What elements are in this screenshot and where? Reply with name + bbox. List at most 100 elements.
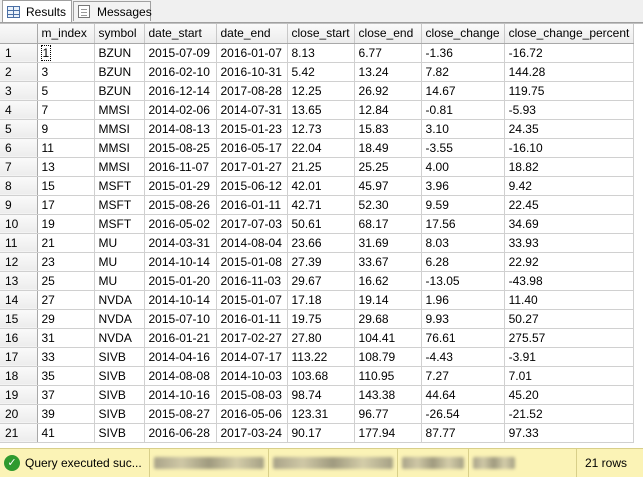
table-cell-close_change_percent[interactable]: 119.75 [504,81,635,101]
table-cell-date_start[interactable]: 2016-11-07 [144,157,217,177]
table-row[interactable]: 19 37 SIVB 2014-10-16 2015-08-03 98.74 143.38 4… [0,385,635,405]
table-cell-close_end[interactable]: 13.24 [354,62,422,82]
table-cell-date_end[interactable]: 2017-07-03 [216,214,288,234]
table-cell-symbol[interactable]: MMSI [94,119,145,139]
table-row[interactable]: 10 19 MSFT 2016-05-02 2017-07-03 50.61 68.17 17… [0,214,635,234]
table-cell-m_index[interactable]: 7 [37,100,95,120]
table-row[interactable]: 20 39 SIVB 2015-08-27 2016-05-06 123.31 96.77-… [0,404,635,424]
table-row[interactable]: 4 7 MMSI 2014-02-06 2014-07-31 13.65 12.84 -0.8… [0,100,635,120]
table-cell-symbol[interactable]: MMSI [94,100,145,120]
table-cell-date_start[interactable]: 2016-12-14 [144,81,217,101]
table-cell-date_start[interactable]: 2015-01-29 [144,176,217,196]
table-cell-date_start[interactable]: 2015-07-09 [144,43,217,63]
table-cell-m_index[interactable]: 41 [37,423,95,443]
table-cell-symbol[interactable]: BZUN [94,43,145,63]
grid-corner[interactable] [0,24,38,44]
table-cell-m_index[interactable]: 11 [37,138,95,158]
table-cell-close_start[interactable]: 90.17 [287,423,355,443]
table-cell-close_change_percent[interactable]: 97.33 [504,423,635,443]
table-cell-close_start[interactable]: 98.74 [287,385,355,405]
table-cell-close_start[interactable]: 12.25 [287,81,355,101]
table-cell-close_end[interactable]: 45.97 [354,176,422,196]
table-cell-date_start[interactable]: 2015-08-26 [144,195,217,215]
table-cell-date_end[interactable]: 2016-10-31 [216,62,288,82]
table-row[interactable]: 21 41 SIVB 2016-06-28 2017-03-24 90.17 177.94 8… [0,423,635,443]
table-cell-close_change[interactable]: 44.64 [421,385,505,405]
table-cell-close_change_percent[interactable]: 22.92 [504,252,635,272]
table-cell-m_index[interactable]: 31 [37,328,95,348]
row-number[interactable]: 19 [0,385,38,405]
table-cell-date_start[interactable]: 2015-07-10 [144,309,217,329]
table-cell-date_end[interactable]: 2017-03-24 [216,423,288,443]
table-cell-close_start[interactable]: 5.42 [287,62,355,82]
table-cell-close_start[interactable]: 19.75 [287,309,355,329]
table-cell-close_change[interactable]: 17.56 [421,214,505,234]
table-cell-close_change[interactable]: 8.03 [421,233,505,253]
table-cell-close_end[interactable]: 177.94 [354,423,422,443]
row-number[interactable]: 6 [0,138,38,158]
table-cell-close_change_percent[interactable]: 7.01 [504,366,635,386]
table-cell-date_end[interactable]: 2014-07-31 [216,100,288,120]
table-row[interactable]: 8 15 MSFT 2015-01-29 2015-06-12 42.01 45.97 3.9… [0,176,635,196]
table-cell-close_change_percent[interactable]: 11.40 [504,290,635,310]
table-cell-close_start[interactable]: 50.61 [287,214,355,234]
table-cell-symbol[interactable]: SIVB [94,385,145,405]
table-cell-date_start[interactable]: 2014-10-16 [144,385,217,405]
row-number[interactable]: 12 [0,252,38,272]
table-row[interactable]: 12 23 MU 2014-10-14 2015-01-08 27.39 33.67 6.28… [0,252,635,272]
table-cell-close_end[interactable]: 6.77 [354,43,422,63]
table-cell-close_end[interactable]: 143.38 [354,385,422,405]
table-cell-date_start[interactable]: 2015-08-27 [144,404,217,424]
table-cell-close_end[interactable]: 12.84 [354,100,422,120]
table-cell-symbol[interactable]: NVDA [94,309,145,329]
table-cell-m_index[interactable]: 29 [37,309,95,329]
table-cell-symbol[interactable]: SIVB [94,423,145,443]
table-cell-close_end[interactable]: 104.41 [354,328,422,348]
table-cell-symbol[interactable]: BZUN [94,62,145,82]
results-grid[interactable]: m_index symbol date_start date_end close… [0,23,643,449]
table-cell-close_end[interactable]: 18.49 [354,138,422,158]
table-cell-close_change[interactable]: 3.96 [421,176,505,196]
table-cell-date_end[interactable]: 2016-01-07 [216,43,288,63]
table-cell-date_start[interactable]: 2014-10-14 [144,290,217,310]
table-cell-close_change[interactable]: -1.36 [421,43,505,63]
row-number[interactable]: 15 [0,309,38,329]
table-cell-close_change_percent[interactable]: 144.28 [504,62,635,82]
table-cell-symbol[interactable]: SIVB [94,404,145,424]
row-number[interactable]: 10 [0,214,38,234]
table-cell-date_end[interactable]: 2015-08-03 [216,385,288,405]
table-cell-date_start[interactable]: 2016-02-10 [144,62,217,82]
table-cell-m_index[interactable]: 39 [37,404,95,424]
table-cell-close_change_percent[interactable]: 18.82 [504,157,635,177]
table-cell-date_start[interactable]: 2016-01-21 [144,328,217,348]
table-cell-m_index[interactable]: 1 [37,43,95,63]
table-cell-close_end[interactable]: 15.83 [354,119,422,139]
table-cell-close_change[interactable]: -26.54 [421,404,505,424]
column-header[interactable]: symbol [94,24,145,44]
table-cell-close_change[interactable]: 3.10 [421,119,505,139]
table-cell-close_change_percent[interactable]: -16.10 [504,138,635,158]
table-cell-close_start[interactable]: 42.71 [287,195,355,215]
table-cell-date_end[interactable]: 2016-01-11 [216,195,288,215]
row-number[interactable]: 4 [0,100,38,120]
table-cell-m_index[interactable]: 17 [37,195,95,215]
table-cell-close_start[interactable]: 23.66 [287,233,355,253]
table-cell-m_index[interactable]: 35 [37,366,95,386]
row-number[interactable]: 21 [0,423,38,443]
table-row[interactable]: 9 17 MSFT 2015-08-26 2016-01-11 42.71 52.30 9.5… [0,195,635,215]
table-cell-close_change[interactable]: 9.59 [421,195,505,215]
table-cell-close_start[interactable]: 12.73 [287,119,355,139]
table-cell-close_end[interactable]: 33.67 [354,252,422,272]
table-cell-close_change[interactable]: 6.28 [421,252,505,272]
table-cell-close_end[interactable]: 25.25 [354,157,422,177]
table-row[interactable]: 11 21 MU 2014-03-31 2014-08-04 23.66 31.69 8.03… [0,233,635,253]
table-row[interactable]: 7 13 MMSI 2016-11-07 2017-01-27 21.25 25.25 4.0… [0,157,635,177]
column-header[interactable]: m_index [37,24,95,44]
table-cell-symbol[interactable]: MSFT [94,214,145,234]
table-cell-m_index[interactable]: 5 [37,81,95,101]
table-cell-date_start[interactable]: 2014-10-14 [144,252,217,272]
table-cell-close_end[interactable]: 16.62 [354,271,422,291]
table-cell-date_end[interactable]: 2016-01-11 [216,309,288,329]
table-cell-date_end[interactable]: 2017-02-27 [216,328,288,348]
table-cell-close_start[interactable]: 103.68 [287,366,355,386]
